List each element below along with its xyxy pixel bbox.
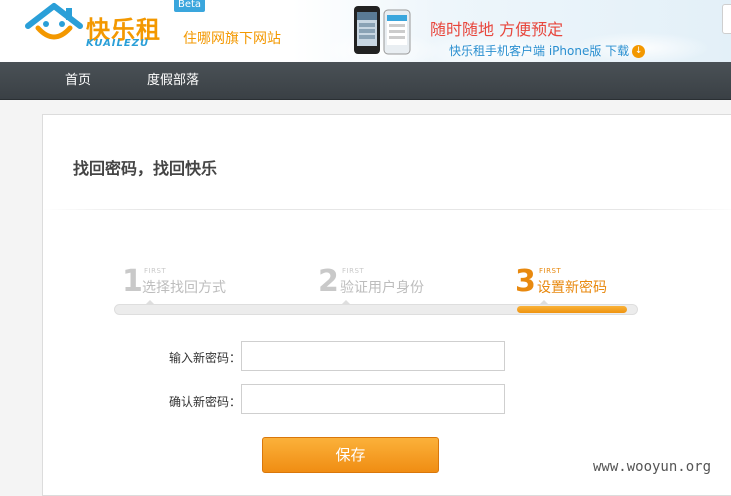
new-password-label: 输入新密码： (169, 351, 242, 365)
confirm-password-input[interactable] (241, 384, 505, 414)
step-number: 2 (318, 264, 339, 299)
smile-house-logo-icon (25, 3, 83, 40)
new-password-input[interactable] (241, 341, 505, 371)
step-caption: FIRST (144, 267, 167, 275)
site-logo[interactable]: 快乐租 KUAILEZU Beta 住哪网旗下网站 (24, 0, 294, 58)
step-number: 3 (515, 264, 536, 299)
watermark: www.wooyun.org (593, 459, 712, 475)
logo-text-en: KUAILEZU (86, 38, 150, 49)
step-caption: FIRST (539, 267, 562, 275)
title-divider (43, 209, 731, 210)
nav-item-vacation-tribe[interactable]: 度假部落 (147, 62, 199, 99)
iphone-promo-image (354, 6, 411, 55)
progress-tick (145, 300, 155, 305)
progress-fill (517, 306, 627, 313)
step-caption: FIRST (342, 267, 365, 275)
header-corner-widget[interactable] (722, 4, 731, 34)
main-nav: 首页 度假部落 (0, 62, 731, 100)
step-label: 验证用户身份 (340, 280, 424, 296)
progress-tick (341, 300, 351, 305)
page-title: 找回密码，找回快乐 (73, 159, 218, 178)
site-header: 快乐租 KUAILEZU Beta 住哪网旗下网站 随时随地 方便预定 快乐租手… (0, 0, 731, 62)
reset-password-panel: 找回密码，找回快乐 1 FIRST 选择找回方式 2 FIRST 验证用户身份 … (42, 114, 731, 496)
step-label: 设置新密码 (537, 280, 607, 296)
step-number: 1 (122, 264, 143, 299)
step-progress-bar (114, 300, 638, 315)
logo-tagline: 住哪网旗下网站 (183, 31, 281, 47)
confirm-password-label: 确认新密码： (169, 395, 242, 409)
beta-badge: Beta (174, 0, 206, 12)
step-label: 选择找回方式 (142, 280, 226, 296)
nav-item-home[interactable]: 首页 (65, 62, 91, 99)
promo-title: 随时随地 方便预定 (430, 20, 564, 39)
progress-tick (539, 300, 549, 305)
iphone-download-label: 快乐租手机客户端 iPhone版 下载 (449, 44, 630, 58)
iphone-download-link[interactable]: 快乐租手机客户端 iPhone版 下载 ↓ (449, 42, 646, 59)
download-arrow-icon: ↓ (632, 45, 646, 58)
save-button[interactable]: 保存 (262, 437, 439, 473)
